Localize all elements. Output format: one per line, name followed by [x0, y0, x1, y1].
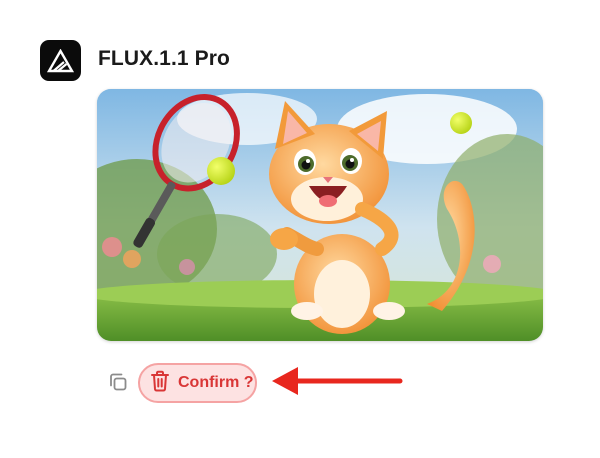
- copy-button[interactable]: [104, 370, 132, 398]
- model-name: FLUX.1.1 Pro: [98, 47, 230, 70]
- trash-icon: [150, 370, 170, 397]
- annotation-arrow-icon: [268, 364, 404, 403]
- generated-image[interactable]: [97, 89, 543, 341]
- confirm-label: Confirm ?: [178, 374, 254, 391]
- flux-logo-icon: [40, 40, 81, 81]
- copy-icon: [107, 371, 129, 398]
- confirm-delete-button[interactable]: Confirm ?: [138, 363, 257, 403]
